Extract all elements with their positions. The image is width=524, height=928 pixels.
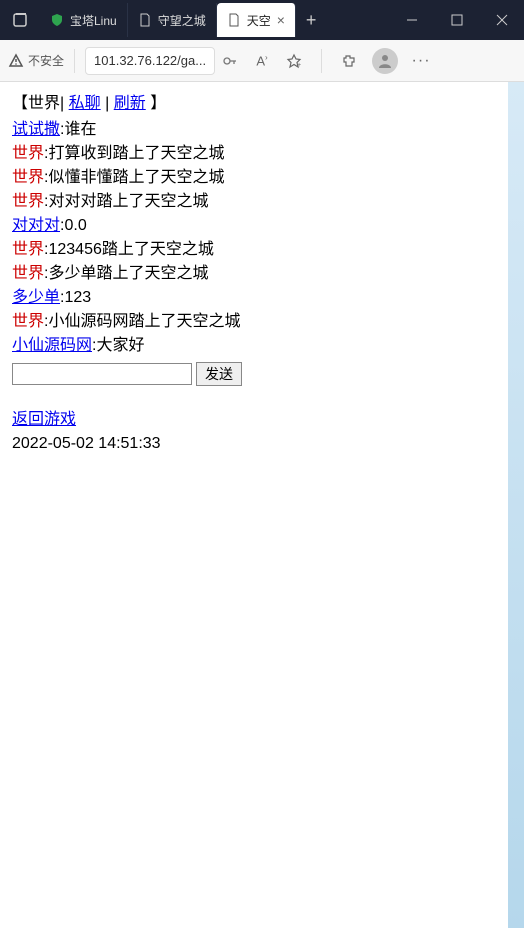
- message-text: 对对对踏上了天空之城: [48, 193, 208, 210]
- chat-message: 世界:打算收到踏上了天空之城: [12, 142, 496, 166]
- chat-messages: 试试撒:谁在世界:打算收到踏上了天空之城世界:似懂非懂踏上了天空之城世界:对对对…: [12, 118, 496, 358]
- browser-titlebar: 宝塔Linu 守望之城 天空 × +: [0, 0, 524, 40]
- text-size-icon[interactable]: A›: [253, 52, 271, 70]
- private-chat-link[interactable]: 私聊: [69, 95, 101, 112]
- refresh-link[interactable]: 刷新: [114, 95, 146, 112]
- extensions-icon[interactable]: [340, 52, 358, 70]
- header-sep: |: [60, 95, 64, 112]
- chat-message: 世界:似懂非懂踏上了天空之城: [12, 166, 496, 190]
- shield-icon: [50, 13, 64, 27]
- user-link[interactable]: 小仙源码网: [12, 337, 92, 354]
- close-icon[interactable]: ×: [277, 12, 285, 28]
- world-label: 世界: [12, 169, 44, 186]
- divider: [321, 49, 322, 73]
- chat-message: 世界:小仙源码网踏上了天空之城: [12, 310, 496, 334]
- favorite-icon[interactable]: +: [285, 52, 303, 70]
- tab-baota[interactable]: 宝塔Linu: [40, 3, 128, 37]
- key-icon[interactable]: [221, 52, 239, 70]
- tab-label: 天空: [247, 12, 271, 29]
- warning-icon: [8, 53, 24, 69]
- maximize-button[interactable]: [434, 0, 479, 40]
- chat-message: 多少单:123: [12, 286, 496, 310]
- divider: [74, 49, 75, 73]
- right-decoration-strip: [508, 82, 524, 928]
- message-text: 123: [64, 289, 91, 306]
- close-button[interactable]: [479, 0, 524, 40]
- message-text: 123456踏上了天空之城: [48, 241, 213, 258]
- tab-shouwang[interactable]: 守望之城: [128, 3, 217, 37]
- tab-tiankong[interactable]: 天空 ×: [217, 3, 296, 37]
- insecure-label: 不安全: [28, 52, 64, 69]
- header-sep: |: [105, 95, 109, 112]
- page-icon: [227, 13, 241, 27]
- new-tab-button[interactable]: +: [296, 10, 327, 31]
- chat-input[interactable]: [12, 363, 192, 385]
- security-indicator[interactable]: 不安全: [8, 52, 64, 69]
- send-button[interactable]: 发送: [196, 362, 242, 386]
- address-bar-icons: A› + ···: [221, 48, 430, 74]
- chat-message: 试试撒:谁在: [12, 118, 496, 142]
- user-link[interactable]: 多少单: [12, 289, 60, 306]
- url-text: 101.32.76.122/ga...: [94, 53, 206, 68]
- page-icon: [138, 13, 152, 27]
- chat-header: 【世界| 私聊 | 刷新 】: [12, 92, 496, 116]
- back-game-link[interactable]: 返回游戏: [12, 411, 76, 428]
- message-text: 打算收到踏上了天空之城: [48, 145, 224, 162]
- world-label: 世界: [12, 145, 44, 162]
- tab-label: 宝塔Linu: [70, 12, 117, 29]
- tab-label: 守望之城: [158, 12, 206, 29]
- message-text: 谁在: [64, 121, 96, 138]
- page-content: 【世界| 私聊 | 刷新 】 试试撒:谁在世界:打算收到踏上了天空之城世界:似懂…: [0, 82, 508, 928]
- svg-text:+: +: [297, 62, 301, 69]
- world-label: 世界: [12, 241, 44, 258]
- timestamp: 2022-05-02 14:51:33: [12, 432, 496, 456]
- message-text: 大家好: [96, 337, 144, 354]
- message-text: 0.0: [64, 217, 86, 234]
- message-text: 多少单踏上了天空之城: [48, 265, 208, 282]
- menu-icon[interactable]: ···: [412, 52, 430, 70]
- person-icon: [377, 53, 393, 69]
- message-text: 小仙源码网踏上了天空之城: [48, 313, 240, 330]
- minimize-button[interactable]: [389, 0, 434, 40]
- chat-input-row: 发送: [12, 362, 496, 386]
- url-input[interactable]: 101.32.76.122/ga...: [85, 47, 215, 75]
- chat-message: 世界:123456踏上了天空之城: [12, 238, 496, 262]
- address-bar: 不安全 101.32.76.122/ga... A› + ···: [0, 40, 524, 82]
- world-label: 世界: [12, 193, 44, 210]
- header-suffix: 】: [150, 95, 166, 112]
- header-prefix: 【: [12, 95, 28, 112]
- user-link[interactable]: 对对对: [12, 217, 60, 234]
- avatar[interactable]: [372, 48, 398, 74]
- chat-message: 小仙源码网:大家好: [12, 334, 496, 358]
- user-link[interactable]: 试试撒: [12, 121, 60, 138]
- tab-strip: 宝塔Linu 守望之城 天空 × +: [0, 0, 389, 40]
- world-label: 世界: [12, 265, 44, 282]
- chat-message: 对对对:0.0: [12, 214, 496, 238]
- tabs-overview-icon[interactable]: [0, 12, 40, 28]
- chat-message: 世界:对对对踏上了天空之城: [12, 190, 496, 214]
- message-text: 似懂非懂踏上了天空之城: [48, 169, 224, 186]
- window-controls: [389, 0, 524, 40]
- chat-message: 世界:多少单踏上了天空之城: [12, 262, 496, 286]
- world-label: 世界: [12, 313, 44, 330]
- world-label: 世界: [28, 95, 60, 112]
